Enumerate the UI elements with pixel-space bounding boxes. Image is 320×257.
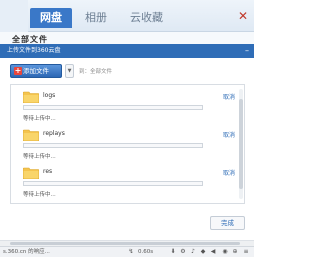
tab-netdisk[interactable]: 网盘: [30, 8, 72, 28]
upload-target-label: 到：全部文件: [79, 69, 113, 75]
status-url: s.360.cn 的响应...: [3, 249, 50, 255]
folder-icon: [23, 167, 39, 179]
upload-status: 等待上传中...: [23, 192, 56, 198]
upload-file-list[interactable]: logs 取消 等待上传中... replays 取消 等待上传中... res…: [10, 84, 245, 204]
file-name: logs: [43, 92, 56, 99]
cancel-upload-link[interactable]: 取消: [223, 168, 235, 177]
file-name: replays: [43, 130, 65, 137]
cancel-upload-link[interactable]: 取消: [223, 130, 235, 139]
speed-icon: ↯: [128, 248, 134, 255]
upload-status: 等待上传中...: [23, 116, 56, 122]
add-file-label: 添加文件: [23, 67, 49, 75]
folder-icon: [23, 91, 39, 103]
app-logo-area: [0, 0, 28, 32]
menu-icon[interactable]: ≡: [243, 249, 249, 255]
upload-progress-bar: [23, 105, 203, 110]
zoom-icon[interactable]: ⊕: [232, 249, 238, 255]
list-item: replays 取消 等待上传中...: [23, 127, 235, 165]
list-scrollbar[interactable]: [239, 89, 243, 199]
upload-progress-bar: [23, 181, 203, 186]
load-speed: 0.60s: [138, 249, 154, 255]
list-item: res 取消 等待上传中...: [23, 165, 235, 203]
dialog-title: 上传文件到360云盘: [7, 47, 61, 54]
upload-dialog: 上传文件到360云盘 – + 添加文件 ▼ 到：全部文件 logs 取消 等待上…: [0, 44, 254, 244]
file-name: res: [43, 168, 53, 175]
tab-album[interactable]: 相册: [75, 8, 117, 28]
minimize-icon[interactable]: –: [245, 44, 249, 58]
eye-icon[interactable]: ◉: [222, 249, 228, 255]
done-button[interactable]: 完成: [210, 216, 245, 230]
browser-status-bar: s.360.cn 的响应... 0.60s ↯ ⬇ ⚙ ♪ ◆ ◀ ◉ ⊕ ≡: [0, 246, 254, 257]
scrollbar-thumb[interactable]: [10, 242, 240, 245]
settings-icon[interactable]: ⚙: [180, 249, 186, 255]
list-item: logs 取消 等待上传中...: [23, 89, 235, 127]
plus-icon: +: [14, 66, 22, 75]
shield-icon[interactable]: ◆: [200, 249, 206, 255]
app-header: 网盘 相册 云收藏 ✕: [0, 0, 254, 32]
scrollbar-thumb[interactable]: [239, 99, 243, 189]
download-icon[interactable]: ⬇: [170, 249, 176, 255]
tab-cloud-favorites[interactable]: 云收藏: [120, 8, 173, 28]
dialog-titlebar: 上传文件到360云盘 –: [0, 44, 254, 58]
background-page: 全部文件: [0, 32, 254, 44]
upload-progress-bar: [23, 143, 203, 148]
folder-icon: [23, 129, 39, 141]
upload-status: 等待上传中...: [23, 154, 56, 160]
cancel-upload-link[interactable]: 取消: [223, 92, 235, 101]
microphone-icon[interactable]: ♪: [190, 249, 196, 255]
add-file-button[interactable]: + 添加文件: [10, 64, 62, 78]
volume-icon[interactable]: ◀: [210, 249, 216, 255]
chevron-down-icon[interactable]: ▼: [65, 64, 74, 78]
close-icon[interactable]: ✕: [238, 10, 250, 22]
